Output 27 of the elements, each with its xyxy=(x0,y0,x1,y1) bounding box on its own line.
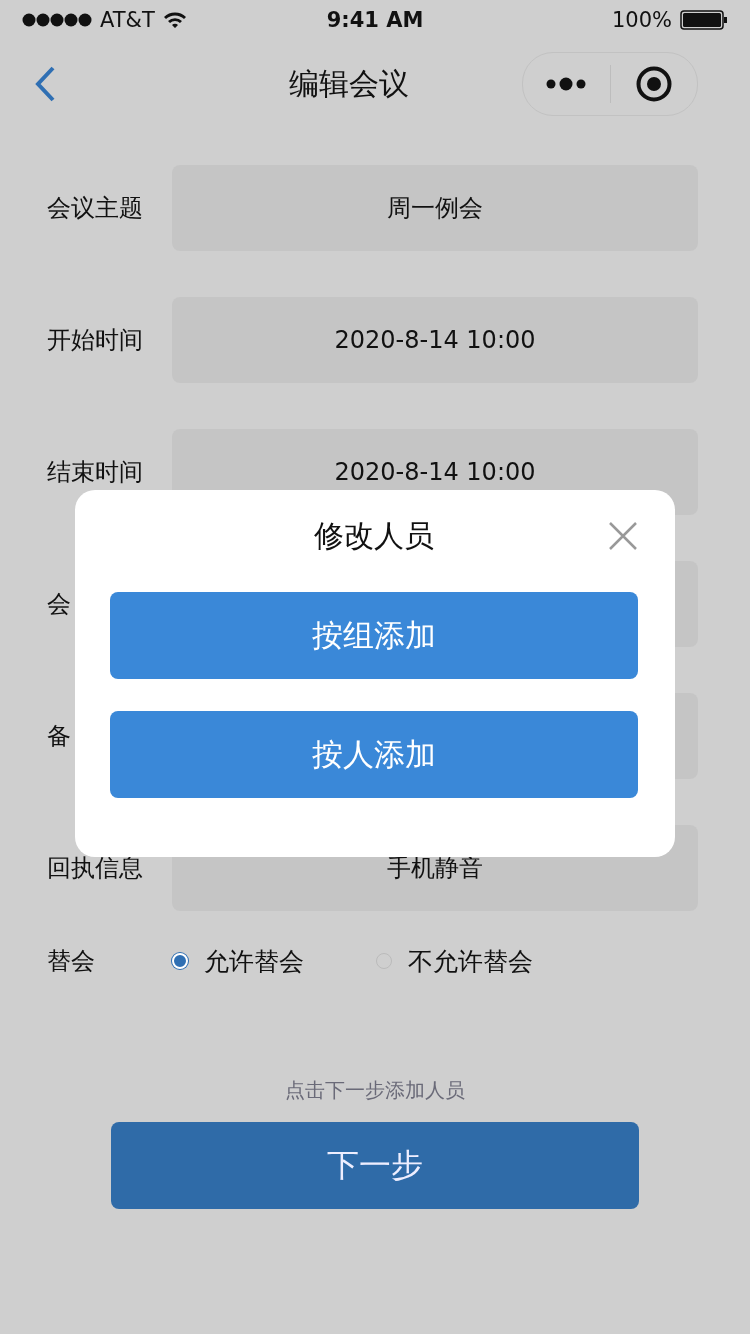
field-label: 会议主题 xyxy=(47,193,144,224)
next-button[interactable]: 下一步 xyxy=(111,1122,639,1209)
clock: 9:41 AM xyxy=(326,8,424,32)
close-target-icon[interactable] xyxy=(635,66,672,102)
field-label: 结束时间 xyxy=(47,457,144,488)
back-icon[interactable] xyxy=(34,66,56,102)
field-label: 会 xyxy=(47,589,72,620)
dialog-title: 修改人员 xyxy=(314,516,434,555)
radio-label[interactable]: 不允许替会 xyxy=(408,944,533,978)
field-label: 回执信息 xyxy=(47,853,144,884)
wifi-icon xyxy=(162,11,187,29)
hint-text: 点击下一步添加人员 xyxy=(284,1077,466,1104)
page-title: 编辑会议 xyxy=(289,64,409,103)
input-field[interactable]: 2020-8-14 10:00 xyxy=(172,297,698,383)
add-button[interactable]: 按人添加 xyxy=(110,711,638,798)
field-label: 开始时间 xyxy=(47,325,144,356)
close-icon[interactable] xyxy=(608,521,638,551)
field-label: 替会 xyxy=(47,946,96,977)
battery-percentage: 100% xyxy=(611,8,672,32)
battery-icon xyxy=(680,10,728,30)
signal-icon xyxy=(22,13,92,27)
add-button[interactable]: 按组添加 xyxy=(110,592,638,679)
more-icon[interactable] xyxy=(546,77,587,91)
carrier: AT&T xyxy=(100,8,155,32)
radio-label[interactable]: 允许替会 xyxy=(204,944,304,978)
input-field[interactable]: 周一例会 xyxy=(172,165,698,251)
field-label: 备 xyxy=(47,721,72,752)
